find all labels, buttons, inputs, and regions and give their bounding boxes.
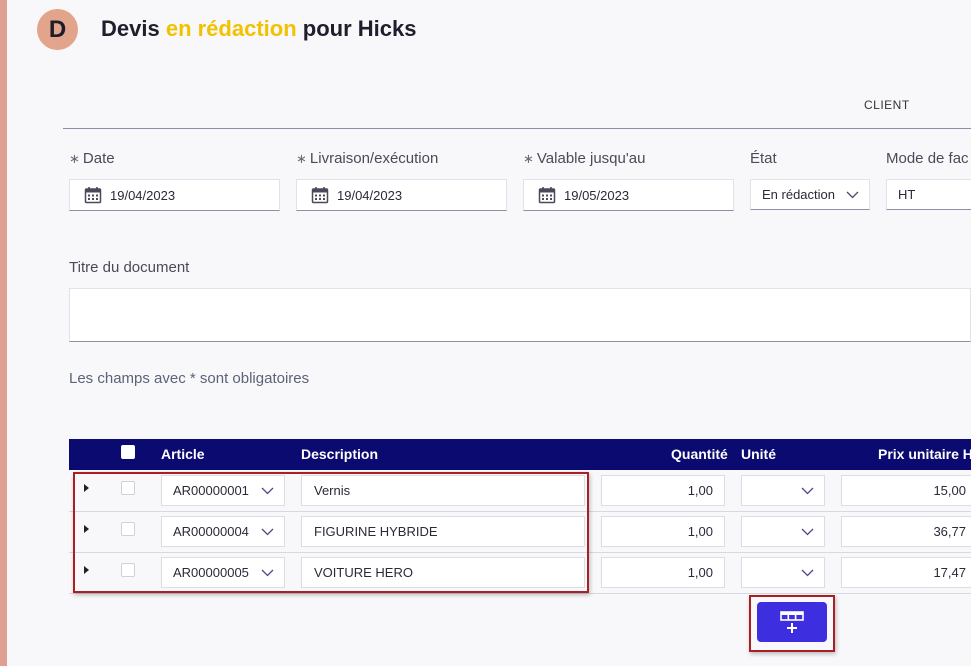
chevron-down-icon	[801, 569, 814, 576]
unite-select[interactable]	[741, 516, 825, 547]
tab-divider	[63, 128, 971, 129]
date-label-text: Date	[82, 150, 115, 167]
unite-select[interactable]	[741, 475, 825, 506]
header-unite: Unité	[741, 446, 776, 462]
etat-label-text: État	[750, 150, 777, 167]
prix-value: 36,77	[933, 524, 966, 539]
valable-label-text: Valable jusqu'au	[536, 150, 646, 167]
left-accent-strip	[0, 0, 7, 666]
required-marker: ∗	[69, 151, 80, 166]
prix-input[interactable]: 15,00	[841, 475, 971, 506]
table-header: Article Description Quantité Unité Prix …	[69, 439, 971, 470]
tab-client[interactable]: CLIENT	[864, 98, 910, 112]
mode-label: Mode de fac	[886, 150, 969, 167]
calendar-icon	[84, 187, 102, 204]
valable-field[interactable]: 19/05/2023	[523, 179, 734, 211]
prix-value: 17,47	[933, 565, 966, 580]
avatar: D	[37, 9, 78, 50]
select-all-checkbox[interactable]	[121, 445, 135, 459]
header-article: Article	[161, 446, 205, 462]
valable-value: 19/05/2023	[564, 187, 630, 203]
date-field[interactable]: 19/04/2023	[69, 179, 280, 211]
livraison-label-text: Livraison/exécution	[309, 150, 439, 167]
document-title-input[interactable]	[69, 288, 971, 342]
etat-label: État	[750, 150, 777, 167]
prix-input[interactable]: 17,47	[841, 557, 971, 588]
rows-highlight-frame	[73, 472, 589, 593]
header-quantite: Quantité	[671, 446, 728, 462]
required-note: Les champs avec * sont obligatoires	[69, 370, 310, 387]
page-title: Devis en rédaction pour Hicks	[101, 16, 416, 42]
table-add-row-icon	[780, 611, 804, 633]
prix-value: 15,00	[933, 483, 966, 498]
mode-label-text: Mode de fac	[886, 150, 969, 167]
valable-label: ∗ Valable jusqu'au	[523, 150, 645, 167]
header-description: Description	[301, 446, 379, 462]
quantite-value: 1,00	[687, 565, 713, 580]
required-marker: ∗	[523, 151, 534, 166]
quantite-input[interactable]: 1,00	[601, 516, 725, 547]
mode-select[interactable]: HT	[886, 179, 971, 210]
quantite-value: 1,00	[687, 524, 713, 539]
calendar-icon	[311, 187, 329, 204]
title-prefix: Devis	[101, 16, 166, 41]
date-value: 19/04/2023	[110, 187, 176, 203]
chevron-down-icon	[801, 487, 814, 494]
livraison-label: ∗ Livraison/exécution	[296, 150, 438, 167]
unite-select[interactable]	[741, 557, 825, 588]
date-label: ∗ Date	[69, 150, 115, 167]
quantite-input[interactable]: 1,00	[601, 557, 725, 588]
add-row-button[interactable]	[757, 602, 827, 642]
chevron-down-icon	[846, 191, 859, 198]
etat-value: En rédaction	[762, 187, 835, 202]
quantite-input[interactable]: 1,00	[601, 475, 725, 506]
header-prix: Prix unitaire HT	[878, 446, 971, 462]
document-title-label: Titre du document	[69, 259, 190, 276]
title-suffix: pour Hicks	[296, 16, 417, 41]
calendar-icon	[538, 187, 556, 204]
livraison-value: 19/04/2023	[337, 187, 403, 203]
required-marker: ∗	[296, 151, 307, 166]
chevron-down-icon	[801, 528, 814, 535]
status-text: en rédaction	[165, 16, 297, 41]
quantite-value: 1,00	[687, 483, 713, 498]
prix-input[interactable]: 36,77	[841, 516, 971, 547]
mode-value: HT	[898, 187, 916, 202]
livraison-field[interactable]: 19/04/2023	[296, 179, 507, 211]
etat-select[interactable]: En rédaction	[750, 179, 870, 210]
